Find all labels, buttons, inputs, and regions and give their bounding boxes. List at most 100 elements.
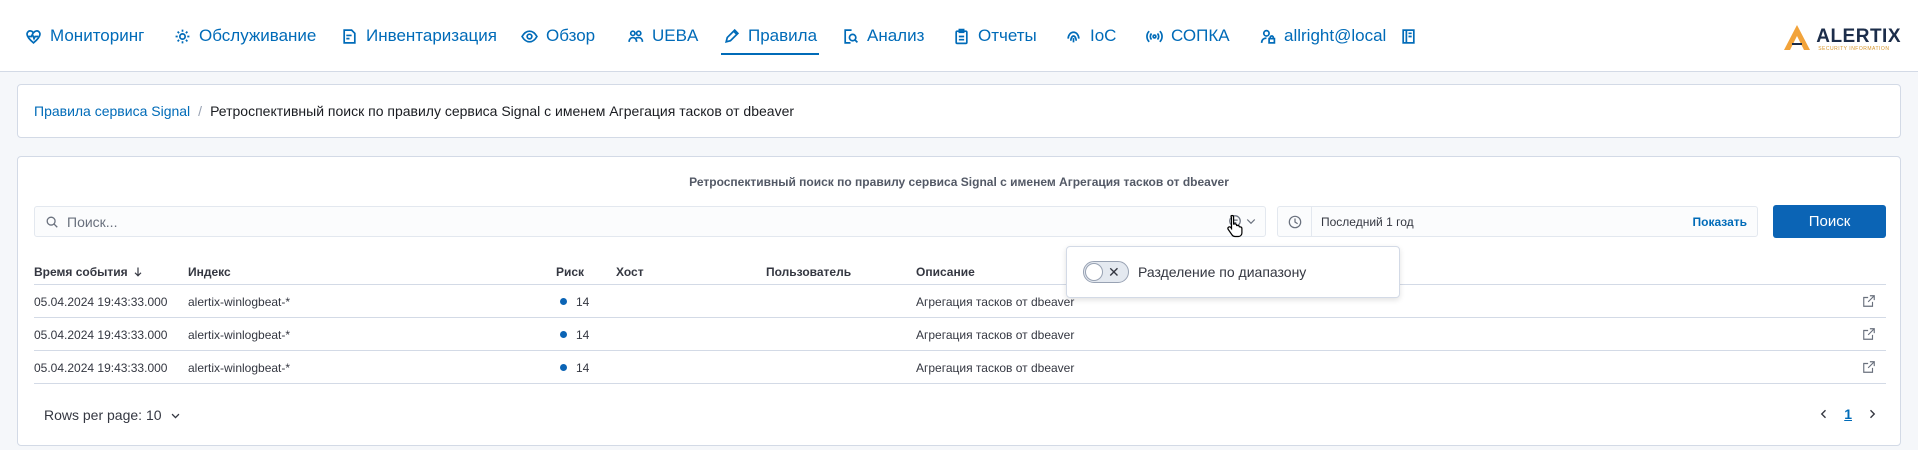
column-header-event-time[interactable]: Время события	[34, 265, 144, 279]
range-split-popover: ✕ Разделение по диапазону	[1066, 246, 1400, 298]
time-range-label[interactable]: Последний 1 год	[1321, 215, 1414, 229]
cell-event-time: 05.04.2024 19:43:33.000	[34, 328, 168, 342]
table-row[interactable]: 05.04.2024 19:43:33.000 alertix-winlogbe…	[34, 318, 1886, 351]
cell-index: alertix-winlogbeat-*	[188, 328, 291, 342]
toggle-off-icon: ✕	[1108, 264, 1120, 280]
hand-cursor-icon	[1227, 214, 1243, 238]
rows-per-page-select[interactable]: Rows per page: 10	[44, 407, 181, 423]
cell-description: Агрегация тасков от dbeaver	[916, 328, 1075, 342]
nav-item-maintenance[interactable]: Обслуживание	[174, 0, 316, 72]
search-input[interactable]	[67, 207, 1207, 236]
book-icon	[1402, 28, 1415, 44]
cell-index: alertix-winlogbeat-*	[188, 295, 291, 309]
panel-title: Ретроспективный поиск по правилу сервиса…	[689, 175, 1229, 189]
pencil-icon	[725, 28, 740, 43]
clipboard-icon	[955, 28, 968, 44]
nav-item-inventory[interactable]: Инвентаризация	[341, 0, 497, 72]
logo-text: ALERTIX	[1816, 26, 1901, 47]
toggle-knob	[1085, 263, 1103, 281]
chevron-down-icon	[171, 413, 179, 418]
docs-button[interactable]	[1400, 0, 1417, 72]
time-range-quick-select[interactable]	[1278, 207, 1312, 236]
nav-item-ioc[interactable]: IoC	[1065, 0, 1116, 72]
risk-indicator	[560, 331, 567, 338]
risk-indicator	[560, 298, 567, 305]
column-header-index[interactable]: Индекс	[188, 265, 231, 279]
edit-document-icon	[343, 28, 356, 44]
alertix-logo: ALERTIX SECURITY INFORMATION	[1782, 22, 1901, 52]
risk-value: 14	[576, 328, 590, 342]
breadcrumb-separator: /	[198, 103, 203, 119]
nav-item-rules[interactable]: Правила	[720, 0, 820, 72]
nav-item-label: IoC	[1090, 26, 1117, 45]
table-row[interactable]: 05.04.2024 19:43:33.000 alertix-winlogbe…	[34, 351, 1886, 384]
search-bar	[34, 206, 1266, 237]
cell-index: alertix-winlogbeat-*	[188, 361, 291, 375]
chevron-right-icon[interactable]	[1866, 407, 1878, 421]
logo-mark-icon	[1784, 25, 1811, 50]
clock-icon	[1288, 215, 1301, 228]
fingerprint-icon	[1067, 30, 1080, 42]
risk-indicator	[560, 364, 567, 371]
rows-per-page-label: Rows per page: 10	[44, 407, 162, 423]
open-in-new-icon[interactable]	[1862, 327, 1876, 341]
nav-item-overview[interactable]: Обзор	[521, 0, 595, 72]
nav-item-sopka[interactable]: СОПКА	[1146, 0, 1230, 72]
range-split-label: Разделение по диапазону	[1138, 264, 1307, 280]
risk-value: 14	[576, 361, 590, 375]
cell-description: Агрегация тасков от dbeaver	[916, 295, 1075, 309]
nav-item-label: Мониторинг	[50, 26, 145, 45]
cell-risk: 14	[560, 295, 589, 309]
chevron-down-icon	[1246, 219, 1256, 225]
column-header-risk[interactable]: Риск	[556, 265, 584, 279]
nav-item-ueba[interactable]: UEBA	[627, 0, 698, 72]
open-in-new-icon[interactable]	[1862, 294, 1876, 308]
cell-description: Агрегация тасков от dbeaver	[916, 361, 1075, 375]
breadcrumb-link-signal-rules[interactable]: Правила сервиса Signal	[34, 103, 190, 119]
search-icon	[46, 216, 58, 228]
cell-event-time: 05.04.2024 19:43:33.000	[34, 361, 168, 375]
breadcrumb: Правила сервиса Signal / Ретроспективный…	[17, 84, 1901, 138]
page-number-button[interactable]: 1	[1844, 406, 1852, 422]
broadcast-icon	[1146, 30, 1163, 42]
range-split-toggle[interactable]: ✕	[1083, 261, 1129, 283]
risk-value: 14	[576, 295, 590, 309]
nav-item-label: Анализ	[867, 26, 925, 45]
user-lock-icon	[1260, 29, 1276, 44]
cell-event-time: 05.04.2024 19:43:33.000	[34, 295, 168, 309]
breadcrumb-current: Ретроспективный поиск по правилу сервиса…	[210, 103, 795, 119]
nav-item-label: Обслуживание	[199, 26, 317, 45]
nav-item-label: СОПКА	[1171, 26, 1230, 45]
column-header-user[interactable]: Пользователь	[766, 265, 851, 279]
column-header-label: Время события	[34, 265, 128, 279]
nav-item-label: Отчеты	[978, 26, 1037, 45]
chevron-left-icon[interactable]	[1818, 407, 1830, 421]
pagination: 1	[1818, 406, 1878, 422]
table-row[interactable]: 05.04.2024 19:43:33.000 alertix-winlogbe…	[34, 285, 1886, 318]
nav-item-label: allright@local	[1284, 26, 1387, 45]
nav-item-user-account[interactable]: allright@local	[1259, 0, 1386, 72]
time-range-show-button[interactable]: Показать	[1692, 215, 1747, 229]
results-table-header: Время события Индекс Риск Хост Пользоват…	[34, 261, 1886, 285]
heart-pulse-icon	[26, 29, 41, 44]
top-navigation: Мониторинг Обслуживание Инвентаризация О…	[0, 0, 1918, 72]
cell-risk: 14	[560, 328, 589, 342]
nav-item-reports[interactable]: Отчеты	[953, 0, 1037, 72]
eye-icon	[521, 29, 538, 43]
nav-item-label: Инвентаризация	[366, 26, 497, 45]
nav-item-label: Правила	[748, 26, 818, 45]
sort-descending-icon	[134, 267, 142, 277]
nav-item-analysis[interactable]: Анализ	[842, 0, 924, 72]
column-header-host[interactable]: Хост	[616, 265, 644, 279]
search-button[interactable]: Поиск	[1773, 205, 1886, 238]
time-range-picker: Последний 1 год Показать	[1277, 206, 1758, 237]
retro-search-panel: Ретроспективный поиск по правилу сервиса…	[17, 156, 1901, 446]
cell-risk: 14	[560, 361, 589, 375]
nav-item-monitoring[interactable]: Мониторинг	[25, 0, 144, 72]
nav-item-label: Обзор	[546, 26, 596, 45]
nav-item-label: UEBA	[652, 26, 699, 45]
open-in-new-icon[interactable]	[1862, 360, 1876, 374]
gear-icon	[175, 29, 190, 43]
users-icon	[628, 29, 644, 42]
column-header-description[interactable]: Описание	[916, 265, 975, 279]
